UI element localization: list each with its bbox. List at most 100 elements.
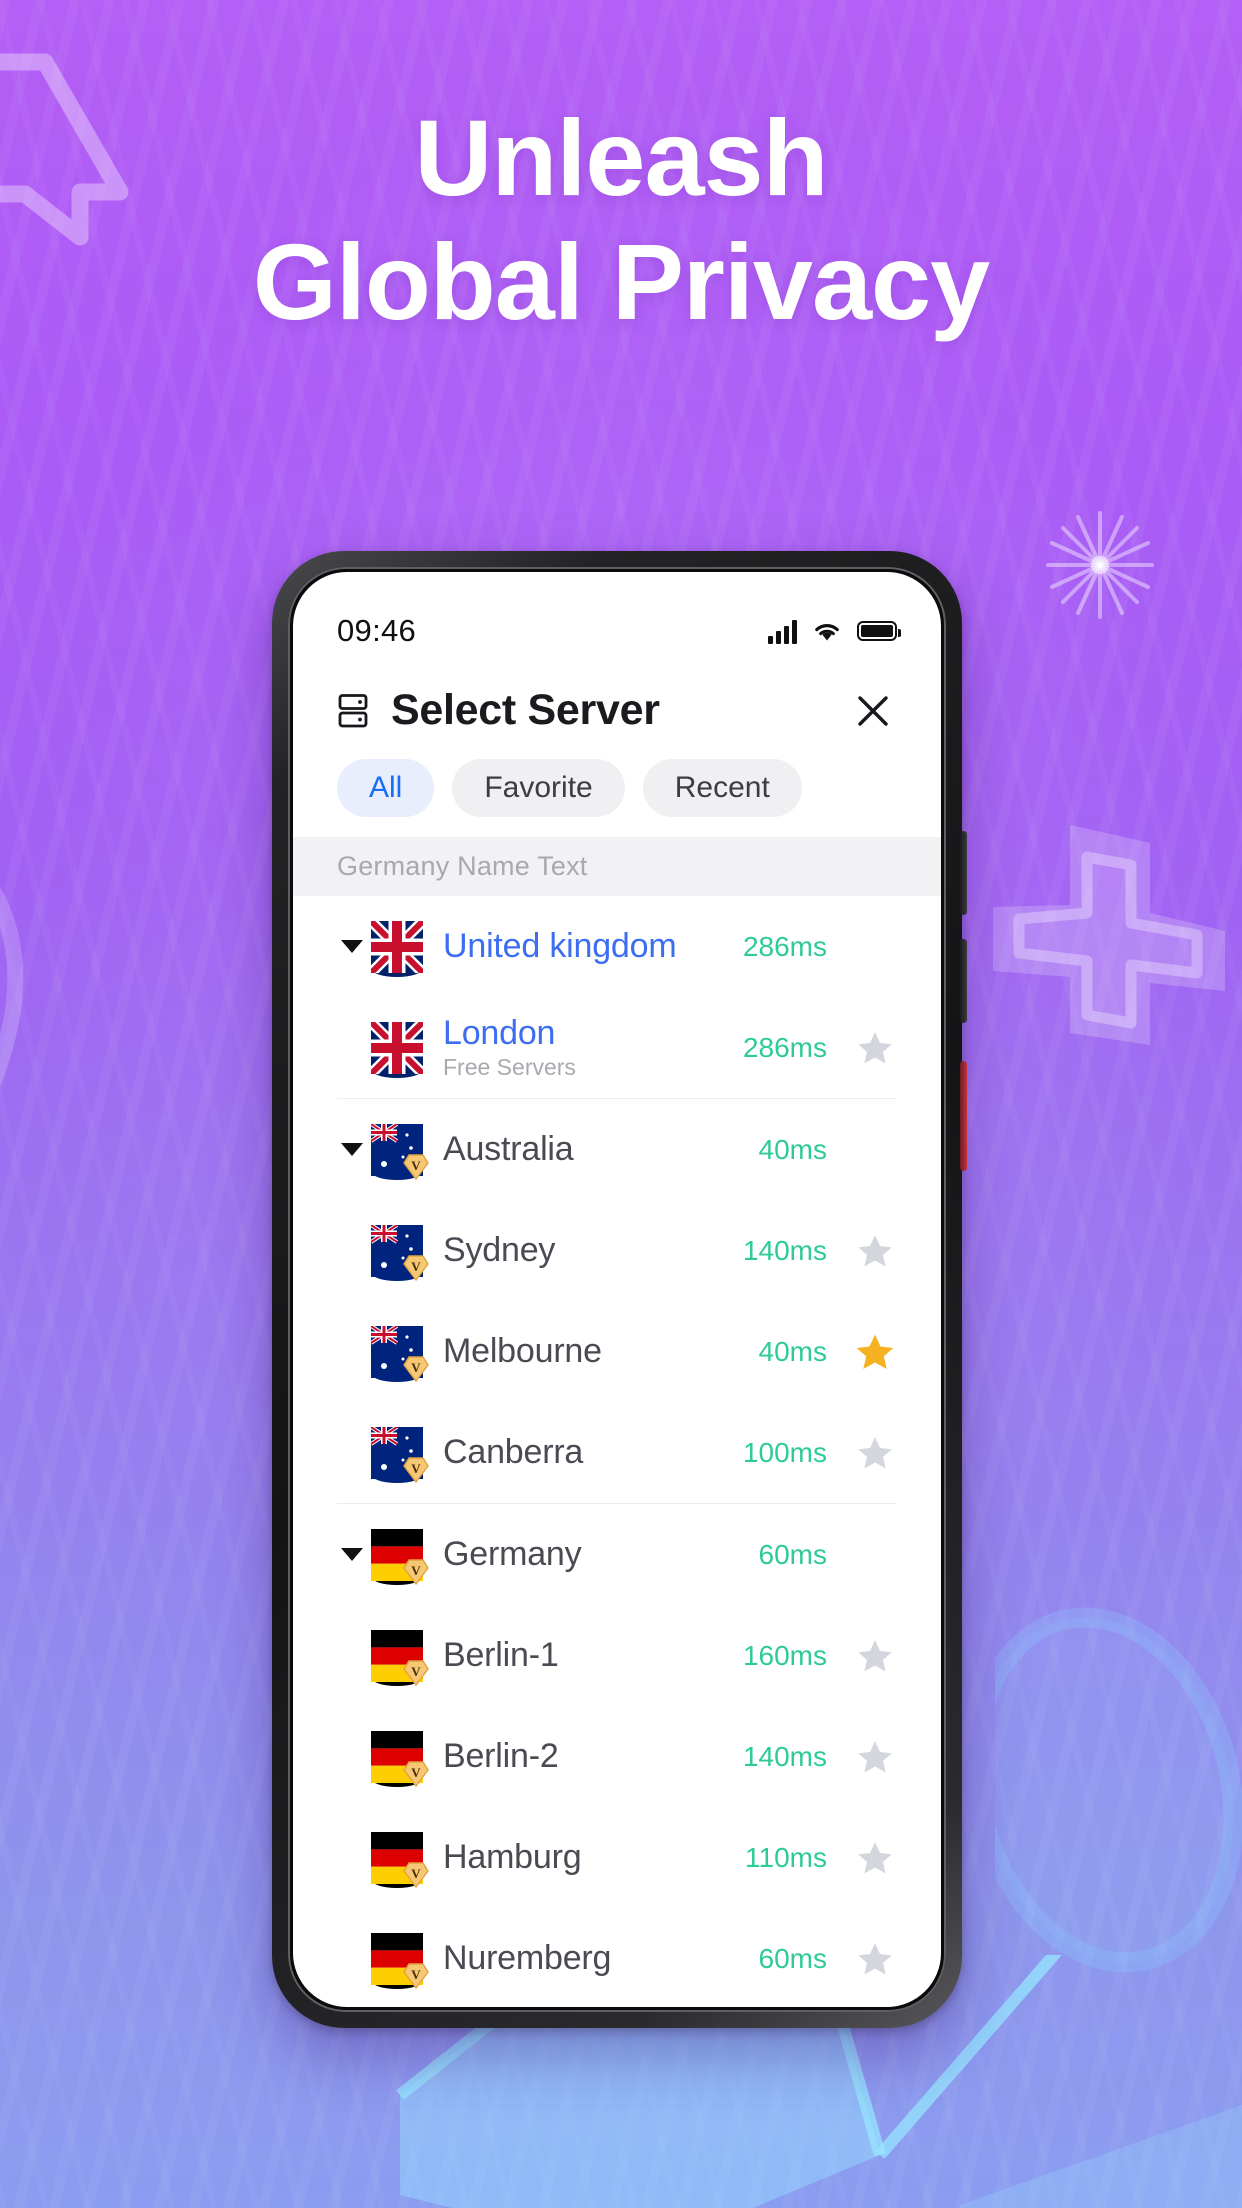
phone-screen: 09:46 Select Server All Favorite Recent … — [293, 572, 941, 2007]
star-outline-icon — [858, 1740, 892, 1772]
flag-wrap: V — [371, 1831, 429, 1888]
server-row-city[interactable]: V Sydney 140ms — [293, 1200, 941, 1301]
flag-wrap: V — [369, 1323, 429, 1382]
tab-all[interactable]: All — [337, 759, 435, 817]
promo-headline: Unleash Global Privacy — [0, 96, 1242, 344]
ping-value: 40ms — [758, 1335, 827, 1367]
svg-text:V: V — [411, 1765, 421, 1780]
flag-wrap — [367, 1017, 427, 1078]
favorite-star-button[interactable] — [853, 1838, 897, 1878]
star-outline-icon — [858, 1942, 892, 1974]
favorite-star-button[interactable] — [853, 1028, 897, 1068]
svg-text:V: V — [411, 1563, 421, 1578]
server-name: Hamburg — [443, 1838, 582, 1876]
vip-badge-icon: V — [403, 1558, 429, 1585]
server-row-country[interactable]: United kingdom 286ms — [293, 896, 941, 997]
server-subtitle: Free Servers — [443, 1054, 576, 1080]
server-name: Germany — [443, 1535, 582, 1573]
star-outline-icon — [858, 1031, 892, 1063]
battery-full-icon — [857, 621, 901, 641]
favorite-star-button[interactable] — [853, 1939, 897, 1979]
server-row-country[interactable]: V Germany 60ms — [293, 1504, 941, 1605]
favorite-star-button[interactable] — [853, 1737, 897, 1777]
server-name: Nuremberg — [443, 1939, 612, 1977]
close-button[interactable] — [849, 687, 897, 735]
name-block: United kingdom — [443, 927, 677, 966]
uk-flag-icon — [367, 916, 427, 977]
vip-badge-icon: V — [403, 1861, 429, 1888]
tab-recent[interactable]: Recent — [642, 759, 802, 817]
star-outline-icon — [858, 1436, 892, 1468]
svg-text:V: V — [411, 1866, 421, 1881]
server-name: Berlin-2 — [443, 1737, 559, 1775]
ping-value: 100ms — [742, 1436, 827, 1468]
section-title: Germany Name Text — [293, 837, 941, 896]
tab-favorite[interactable]: Favorite — [452, 759, 625, 817]
svg-text:V: V — [411, 1664, 421, 1679]
sheet-title-wrap: Select Server — [337, 686, 660, 735]
name-block: Sydney — [443, 1231, 555, 1270]
server-row-city[interactable]: V Berlin-1 160ms — [293, 1605, 941, 1706]
favorite-star-button[interactable] — [853, 1636, 897, 1676]
server-row-city[interactable]: V Nuremberg 60ms — [293, 1908, 941, 2007]
flag-wrap: V — [371, 1932, 429, 1989]
server-row-city[interactable]: V Berlin-2 140ms — [293, 1706, 941, 1807]
vip-badge-icon: V — [403, 1456, 429, 1483]
ping-value: 140ms — [742, 1740, 827, 1772]
star-outline-icon — [858, 1639, 892, 1671]
chevron-down-icon[interactable] — [337, 940, 367, 953]
chevron-down-icon[interactable] — [337, 1548, 367, 1561]
phone-bezel: 09:46 Select Server All Favorite Recent … — [288, 567, 946, 2012]
name-block: London Free Servers — [443, 1014, 576, 1081]
ping-value: 110ms — [745, 1841, 827, 1873]
vip-badge-icon: V — [403, 1254, 429, 1281]
flag-wrap: V — [369, 1222, 429, 1281]
volume-down-button[interactable] — [960, 939, 967, 1023]
status-icons — [768, 619, 901, 644]
flag-wrap — [367, 916, 427, 977]
phone-mockup: 09:46 Select Server All Favorite Recent … — [272, 551, 967, 2028]
vip-badge-icon: V — [403, 1760, 429, 1787]
filter-tabs: All Favorite Recent — [293, 753, 941, 837]
server-row-city[interactable]: V Hamburg 110ms — [293, 1807, 941, 1908]
server-name: United kingdom — [443, 927, 677, 965]
name-block: Melbourne — [443, 1332, 602, 1371]
flag-wrap: V — [371, 1528, 429, 1585]
star-outline-icon — [858, 1234, 892, 1266]
server-name: Canberra — [443, 1433, 584, 1471]
flag-wrap: V — [369, 1121, 429, 1180]
server-name: Australia — [443, 1130, 574, 1168]
chevron-down-icon[interactable] — [337, 1143, 367, 1156]
page-title: Select Server — [391, 686, 660, 734]
power-button[interactable] — [960, 1061, 967, 1171]
svg-text:V: V — [411, 1360, 421, 1375]
server-row-city[interactable]: V Melbourne 40ms — [293, 1301, 941, 1402]
close-icon — [858, 695, 888, 726]
svg-text:V: V — [411, 1461, 421, 1476]
uk-flag-icon — [367, 1017, 427, 1078]
ping-value: 286ms — [742, 930, 827, 962]
volume-up-button[interactable] — [960, 831, 967, 915]
flag-wrap: V — [371, 1730, 429, 1787]
cellular-signal-icon — [768, 619, 797, 644]
name-block: Canberra — [443, 1433, 583, 1472]
star-filled-icon — [856, 1334, 894, 1369]
ping-value: 286ms — [742, 1031, 827, 1063]
favorite-star-button[interactable] — [853, 1330, 897, 1374]
vip-badge-icon: V — [403, 1355, 429, 1382]
server-row-city[interactable]: V Canberra 100ms — [293, 1402, 941, 1503]
vip-badge-icon: V — [403, 1659, 429, 1686]
name-block: Germany — [443, 1535, 582, 1574]
ping-value: 60ms — [758, 1538, 827, 1570]
server-list: United kingdom 286ms London Free Servers… — [293, 896, 941, 2007]
server-row-country[interactable]: V Australia 40ms — [293, 1099, 941, 1200]
server-icon — [338, 693, 368, 727]
name-block: Australia — [443, 1130, 574, 1169]
svg-text:V: V — [411, 1259, 421, 1274]
ping-value: 160ms — [742, 1639, 827, 1671]
server-row-city[interactable]: London Free Servers 286ms — [293, 997, 941, 1098]
headline-line-2: Global Privacy — [252, 221, 990, 343]
favorite-star-button[interactable] — [853, 1433, 897, 1473]
server-name: Melbourne — [443, 1332, 602, 1370]
favorite-star-button[interactable] — [853, 1231, 897, 1271]
